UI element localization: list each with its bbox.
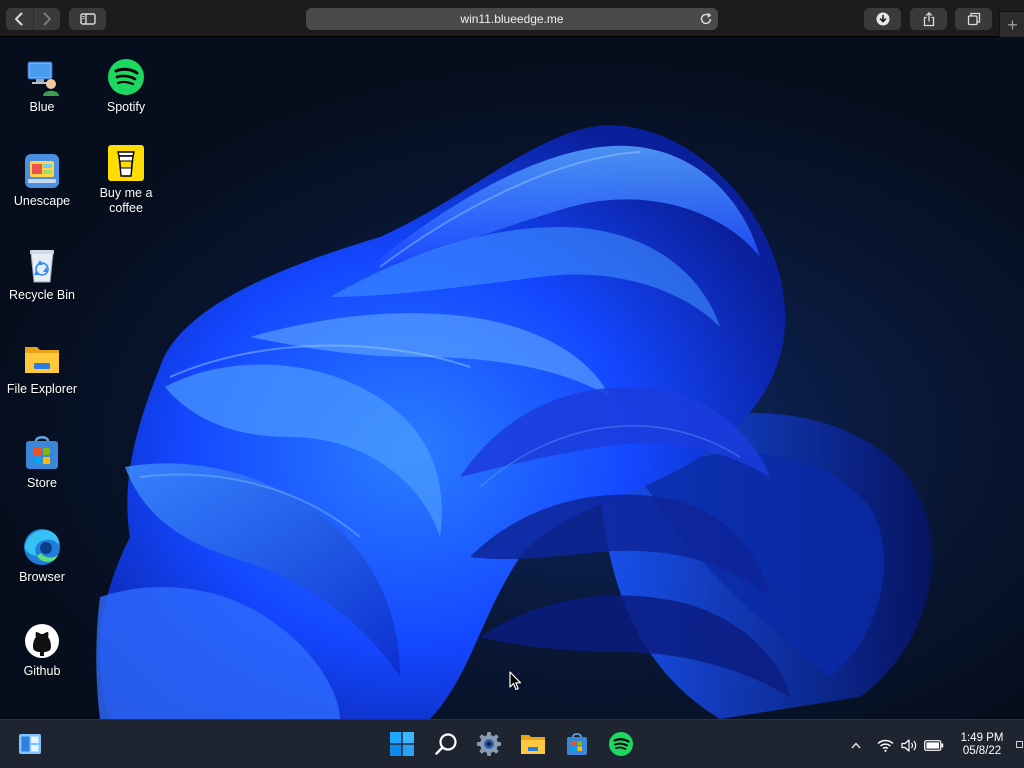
desktop-icon-spotify[interactable]: Spotify (84, 57, 168, 115)
back-button[interactable] (6, 8, 33, 30)
battery-button[interactable] (923, 736, 945, 754)
clock-time: 1:49 PM (960, 732, 1004, 744)
clock[interactable]: 1:49 PM 05/8/22 (952, 732, 1012, 758)
sidebar-toggle-button[interactable] (69, 8, 106, 30)
spotify-icon (106, 57, 146, 97)
forward-button[interactable] (32, 8, 61, 30)
start-button[interactable] (386, 728, 418, 760)
nav-buttons (6, 8, 60, 30)
wifi-icon (877, 739, 893, 752)
user-computer-icon (22, 57, 62, 97)
download-icon (876, 12, 889, 26)
folder-icon (22, 339, 62, 379)
file-explorer-taskbar-button[interactable] (517, 728, 549, 760)
forward-arrow-icon (43, 12, 51, 26)
chevron-up-icon (851, 741, 861, 748)
sidebar-icon (79, 13, 96, 25)
desktop-icon-label: Github (23, 664, 61, 678)
spotify-icon (609, 732, 633, 756)
settings-button[interactable] (473, 728, 505, 760)
share-button[interactable] (910, 8, 947, 30)
widgets-button[interactable] (14, 728, 46, 760)
desktop-icon-browser[interactable]: Browser (0, 527, 84, 585)
bloom-wallpaper (96, 125, 933, 719)
edge-icon (22, 527, 62, 567)
tabs-icon (967, 12, 980, 26)
show-desktop-button[interactable] (1016, 741, 1023, 748)
desktop-icon-label: Unescape (13, 194, 71, 208)
settings-gear-icon (477, 732, 501, 756)
show-hidden-icons-button[interactable] (849, 736, 863, 754)
spotify-taskbar-button[interactable] (605, 728, 637, 760)
desktop-icon-blue[interactable]: Blue (0, 57, 84, 115)
desktop-icon-label: Spotify (106, 100, 146, 114)
mouse-cursor-icon (509, 671, 522, 691)
windows-start-icon (390, 732, 414, 756)
desktop-icon-label: Store (27, 476, 57, 490)
store-icon (22, 433, 62, 473)
desktop-icon-label: Blue (29, 100, 55, 114)
file-explorer-icon (521, 735, 545, 754)
tab-overview-button[interactable] (955, 8, 992, 30)
recycle-bin-icon (22, 245, 62, 285)
search-button[interactable] (430, 728, 462, 760)
desktop-icon-label: File Explorer (6, 382, 78, 396)
desktop-icon-buy-me-a-coffee[interactable]: Buy me a coffee (84, 143, 168, 216)
store-icon (567, 733, 587, 755)
share-icon (923, 11, 934, 26)
desktop-icon-label: Recycle Bin (9, 288, 75, 302)
taskbar: 1:49 PM 05/8/22 (0, 719, 1024, 768)
coffee-cup-icon (106, 143, 146, 183)
network-button[interactable] (875, 736, 895, 754)
volume-button[interactable] (899, 736, 919, 754)
url-text[interactable]: win11.blueedge.me (306, 8, 718, 30)
search-icon (435, 733, 457, 755)
battery-icon (924, 739, 944, 751)
back-arrow-icon (15, 12, 23, 26)
store-taskbar-button[interactable] (561, 728, 593, 760)
desktop-icon-label: Buy me a coffee (99, 186, 153, 215)
desktop-icon-github[interactable]: Github (0, 621, 84, 679)
github-icon (22, 621, 62, 661)
volume-icon (900, 738, 916, 752)
desktop-icon-unescape[interactable]: Unescape (0, 151, 84, 209)
new-tab-button[interactable]: + (999, 11, 1024, 38)
address-bar[interactable]: win11.blueedge.me (306, 8, 718, 30)
desktop-icon-store[interactable]: Store (0, 433, 84, 491)
widgets-icon (19, 734, 41, 754)
unescape-icon (22, 151, 62, 191)
clock-date: 05/8/22 (962, 745, 1002, 757)
plus-icon: + (1007, 14, 1018, 35)
desktop: Blue Spotify Unescape Buy me a coffee Re… (0, 37, 1024, 719)
desktop-icon-recycle-bin[interactable]: Recycle Bin (0, 245, 84, 303)
downloads-button[interactable] (864, 8, 901, 30)
desktop-icon-file-explorer[interactable]: File Explorer (0, 339, 84, 397)
reload-icon[interactable] (699, 12, 713, 26)
browser-toolbar: win11.blueedge.me + (0, 0, 1024, 38)
desktop-icon-label: Browser (19, 570, 65, 584)
